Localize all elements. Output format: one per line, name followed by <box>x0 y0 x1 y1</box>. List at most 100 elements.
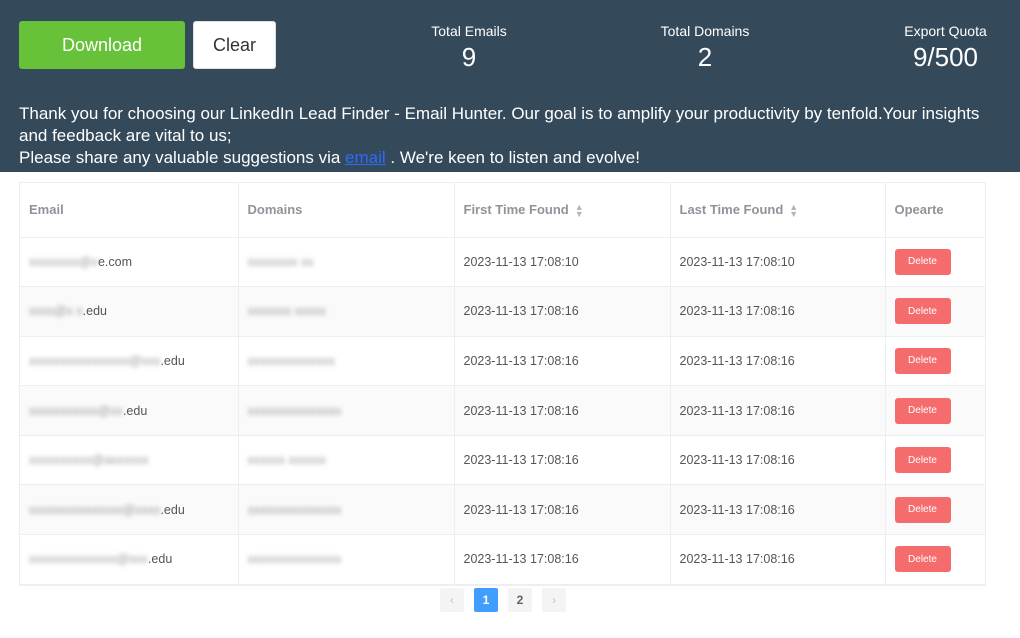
email-redacted: xxxxxxxxxxx@xx <box>29 403 123 418</box>
email-cell: xxxx@x x.edu <box>20 286 239 337</box>
table-row: xxxx@x x.edu xxxxxxx xxxxx 2023-11-13 17:0… <box>20 286 985 337</box>
delete-button[interactable]: Delete <box>894 496 951 523</box>
total-emails-value: 9 <box>461 42 477 72</box>
table-row: xxxxxxxxxxxxxxx@xxxx.edu xxxxxxxxxxxxxxx 2… <box>20 484 985 536</box>
email-link[interactable]: email <box>345 148 386 167</box>
operate-cell: Delete <box>885 534 985 585</box>
prev-page-button[interactable]: ‹ <box>440 588 464 612</box>
table-header-row: Email Domains First Time Found ▲ ▼ Last Ti… <box>20 183 985 238</box>
email-cell: xxxxxxxx@xe.com <box>20 237 239 288</box>
email-redacted: xxxxxxxxxx@axxxxxx <box>29 453 149 468</box>
operate-cell: Delete <box>885 286 985 337</box>
delete-button[interactable]: Delete <box>894 298 951 325</box>
first-found-cell: 2023-11-13 17:08:10 <box>454 237 671 288</box>
pagination: ‹ 1 2 › <box>440 588 566 612</box>
operate-cell: Delete <box>885 237 985 288</box>
first-found-cell: 2023-11-13 17:08:16 <box>454 534 671 585</box>
last-found-cell: 2023-11-13 17:08:16 <box>670 435 886 486</box>
email-cell: xxxxxxxxxxx@xx.edu <box>20 385 239 436</box>
column-header-domains: Domains <box>238 183 455 238</box>
domain-cell: xxxxxxxx xx <box>238 237 455 288</box>
domain-cell: xxxxxx xxxxxx <box>238 435 455 486</box>
email-domain: .edu <box>82 304 108 319</box>
first-found-cell: 2023-11-13 17:08:16 <box>454 385 671 436</box>
total-emails-stat: Total Emails 9 <box>419 22 519 73</box>
clear-button[interactable]: Clear <box>193 21 276 69</box>
domain-cell: xxxxxxxxxxxxxx <box>238 336 455 387</box>
email-domain: .edu <box>147 552 173 567</box>
email-cell: xxxxxxxxxxxxxxx@xxxx.edu <box>20 484 239 536</box>
export-quota-label: Export Quota <box>904 23 987 39</box>
emails-table: Email Domains First Time Found ▲ ▼ Last Ti… <box>19 182 986 586</box>
top-panel: Download Clear Total Emails 9 Total Doma… <box>0 0 1020 172</box>
total-domains-stat: Total Domains 2 <box>645 22 765 73</box>
email-domain: .edu <box>160 353 185 368</box>
email-cell: xxxxxxxxxx@axxxxxx <box>20 435 239 486</box>
domain-cell: xxxxxxxxxxxxxxx <box>238 534 455 585</box>
domain-cell: xxxxxxxxxxxxxxx <box>238 385 455 436</box>
domain-redacted: xxxxxxx xxxxx <box>247 304 326 319</box>
last-found-cell: 2023-11-13 17:08:16 <box>670 484 886 536</box>
domain-redacted: xxxxxxxxxxxxxxx <box>247 403 342 418</box>
email-cell: xxxxxxxxxxxxxxxx@xxx.edu <box>20 336 239 387</box>
page-button-2[interactable]: 2 <box>508 588 532 612</box>
table-row: xxxxxxxx@xe.com xxxxxxxx xx 2023-11-13 17:… <box>20 237 985 288</box>
last-found-cell: 2023-11-13 17:08:16 <box>670 534 886 585</box>
operate-cell: Delete <box>885 484 985 536</box>
domain-redacted: xxxxxx xxxxxx <box>247 453 326 468</box>
column-header-last-found[interactable]: Last Time Found ▲ ▼ <box>670 183 886 238</box>
domain-redacted: xxxxxxxxxxxxxx <box>247 353 336 368</box>
email-domain: .edu <box>122 403 148 418</box>
total-domains-label: Total Domains <box>660 23 750 39</box>
delete-button[interactable]: Delete <box>894 447 951 474</box>
feedback-notice: Thank you for choosing our LinkedIn Lead… <box>19 103 994 169</box>
first-found-cell: 2023-11-13 17:08:16 <box>454 484 671 536</box>
sort-caret-icon[interactable]: ▲ ▼ <box>575 202 584 218</box>
notice-text-1: Thank you for choosing our LinkedIn Lead… <box>19 104 980 145</box>
delete-button[interactable]: Delete <box>894 248 951 275</box>
last-found-cell: 2023-11-13 17:08:16 <box>670 336 886 387</box>
first-found-cell: 2023-11-13 17:08:16 <box>454 435 671 486</box>
domain-cell: xxxxxxx xxxxx <box>238 286 455 337</box>
delete-button[interactable]: Delete <box>894 397 951 424</box>
delete-button[interactable]: Delete <box>894 546 951 573</box>
email-redacted: xxxxxxxxxxxxxx@xxx <box>29 552 148 567</box>
notice-text-3: . We're keen to listen and evolve! <box>385 148 640 167</box>
total-domains-value: 2 <box>697 42 713 72</box>
export-quota-stat: Export Quota 9/500 <box>893 22 998 73</box>
last-found-cell: 2023-11-13 17:08:10 <box>670 237 886 288</box>
first-found-cell: 2023-11-13 17:08:16 <box>454 286 671 337</box>
delete-button[interactable]: Delete <box>894 347 951 374</box>
next-page-button[interactable]: › <box>542 588 566 612</box>
operate-cell: Delete <box>885 435 985 486</box>
total-emails-label: Total Emails <box>431 23 507 39</box>
domain-redacted: xxxxxxxx xx <box>247 254 314 269</box>
operate-cell: Delete <box>885 385 985 436</box>
operate-cell: Delete <box>885 336 985 387</box>
download-button[interactable]: Download <box>19 21 185 69</box>
last-found-cell: 2023-11-13 17:08:16 <box>670 385 886 436</box>
email-redacted: xxxxxxxx@x <box>29 254 98 269</box>
email-domain: e.com <box>97 254 132 269</box>
sort-caret-icon[interactable]: ▲ ▼ <box>789 202 798 218</box>
domain-cell: xxxxxxxxxxxxxxx <box>238 484 455 536</box>
email-redacted: xxxxxxxxxxxxxxxx@xxx <box>29 353 161 368</box>
table-row: xxxxxxxxxxx@xx.edu xxxxxxxxxxxxxxx 2023-11… <box>20 385 985 436</box>
email-redacted: xxxx@x x <box>29 304 83 319</box>
email-domain: .edu <box>160 502 185 517</box>
column-header-email: Email <box>20 183 239 238</box>
email-redacted: xxxxxxxxxxxxxxx@xxxx <box>29 502 161 517</box>
export-quota-value: 9/500 <box>912 42 979 72</box>
last-found-cell: 2023-11-13 17:08:16 <box>670 286 886 337</box>
table-row: xxxxxxxxxx@axxxxxx xxxxxx xxxxxx 2023-11-1… <box>20 435 985 486</box>
domain-redacted: xxxxxxxxxxxxxxx <box>247 502 342 517</box>
table-row: xxxxxxxxxxxxxxxx@xxx.edu xxxxxxxxxxxxxx 20… <box>20 336 985 387</box>
domain-redacted: xxxxxxxxxxxxxxx <box>247 552 342 567</box>
notice-text-2: Please share any valuable suggestions vi… <box>19 148 346 167</box>
column-header-first-found[interactable]: First Time Found ▲ ▼ <box>454 183 671 238</box>
first-found-cell: 2023-11-13 17:08:16 <box>454 336 671 387</box>
page-button-1[interactable]: 1 <box>474 588 498 612</box>
email-cell: xxxxxxxxxxxxxx@xxx.edu <box>20 534 239 585</box>
column-header-operate: Opearte <box>885 183 985 238</box>
table-row: xxxxxxxxxxxxxx@xxx.edu xxxxxxxxxxxxxxx 202… <box>20 534 985 585</box>
